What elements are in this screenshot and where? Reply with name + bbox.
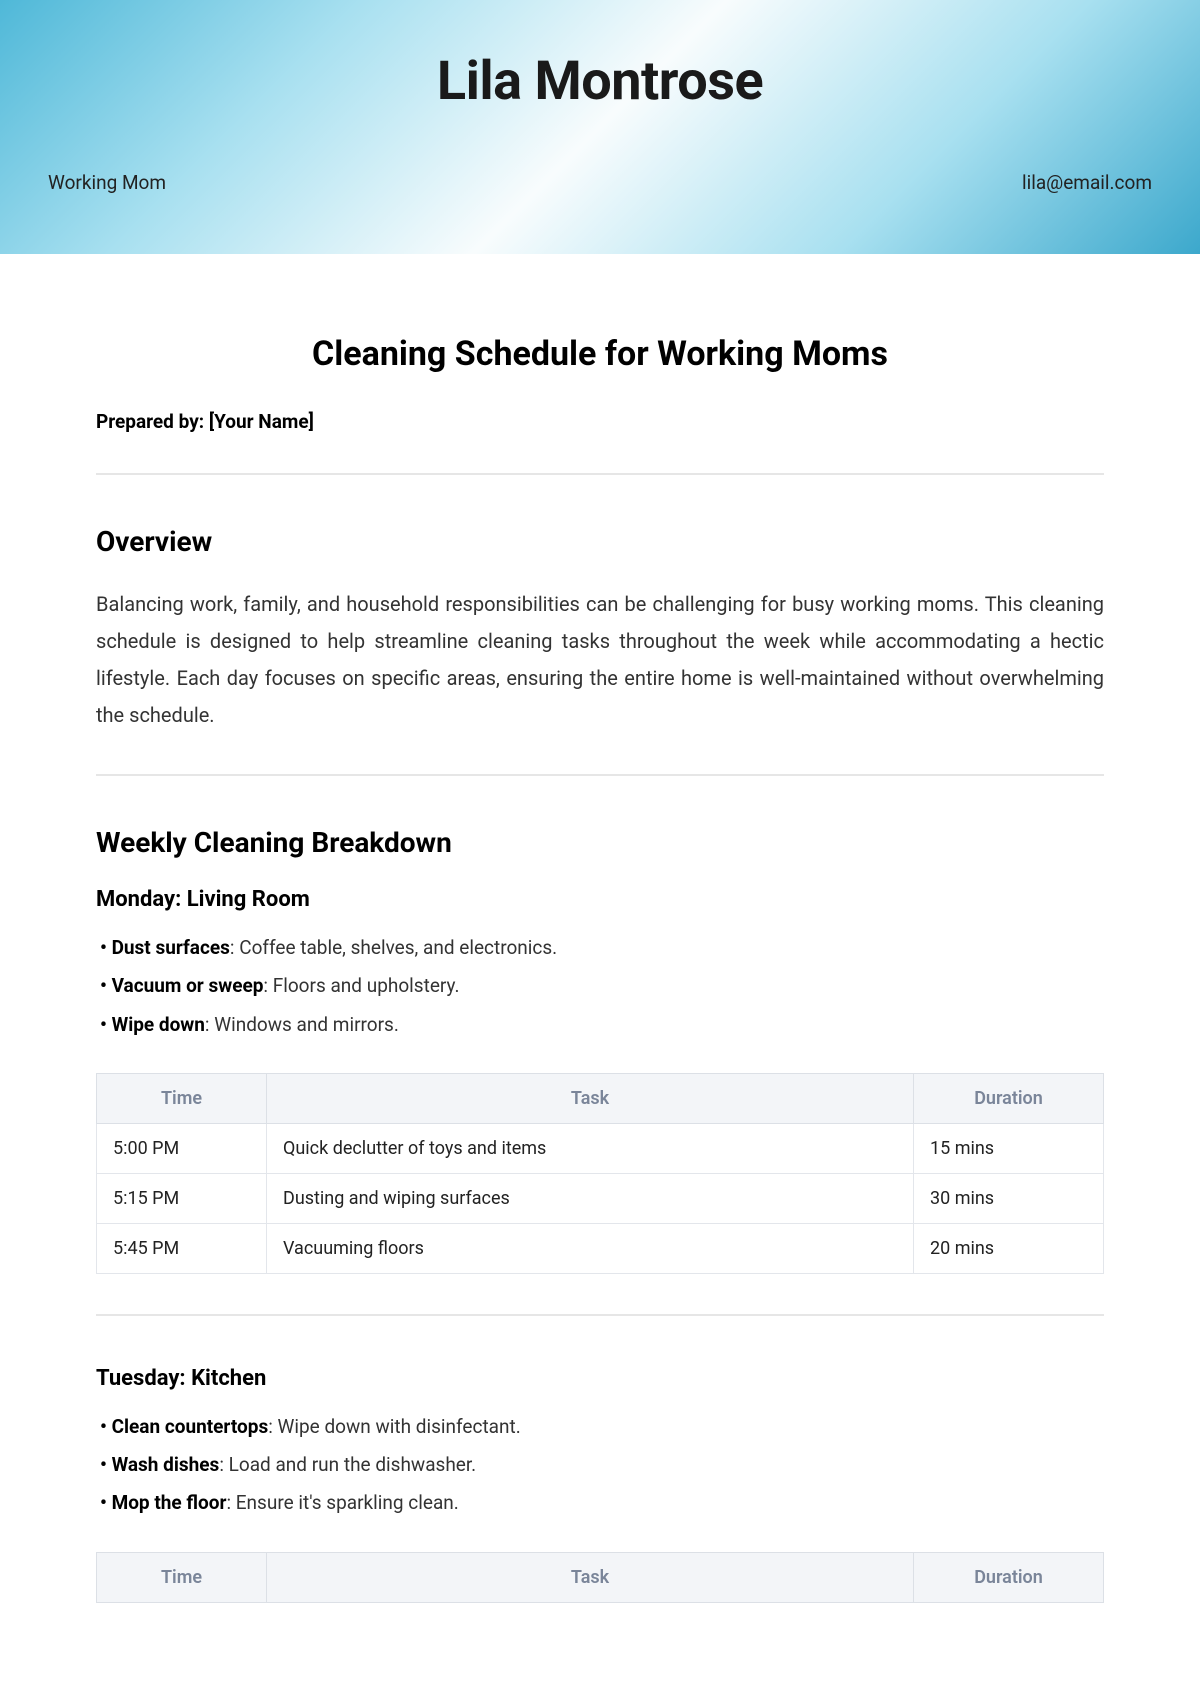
th-task: Task: [267, 1552, 914, 1602]
list-item: Wash dishes: Load and run the dishwasher…: [100, 1449, 1104, 1481]
task-label: Wipe down: [112, 1013, 205, 1036]
list-item: Dust surfaces: Coffee table, shelves, an…: [100, 932, 1104, 964]
task-desc: : Load and run the dishwasher.: [219, 1453, 476, 1476]
tuesday-task-list: Clean countertops: Wipe down with disinf…: [96, 1411, 1104, 1520]
task-desc: : Ensure it's sparkling clean.: [226, 1491, 458, 1514]
task-desc: : Windows and mirrors.: [205, 1013, 399, 1036]
tuesday-table: Time Task Duration: [96, 1552, 1104, 1603]
th-duration: Duration: [914, 1073, 1104, 1123]
monday-task-list: Dust surfaces: Coffee table, shelves, an…: [96, 932, 1104, 1041]
cell-task: Dusting and wiping surfaces: [267, 1173, 914, 1223]
task-label: Mop the floor: [112, 1491, 227, 1514]
task-label: Dust surfaces: [112, 936, 230, 959]
task-label: Wash dishes: [112, 1453, 220, 1476]
divider: [96, 1314, 1104, 1316]
header-name: Lila Montrose: [48, 50, 1152, 113]
task-label: Clean countertops: [112, 1415, 269, 1438]
list-item: Mop the floor: Ensure it's sparkling cle…: [100, 1487, 1104, 1519]
document-content: Cleaning Schedule for Working Moms Prepa…: [0, 254, 1200, 1643]
document-title: Cleaning Schedule for Working Moms: [96, 334, 1104, 374]
monday-heading: Monday: Living Room: [96, 887, 1104, 912]
tuesday-heading: Tuesday: Kitchen: [96, 1366, 1104, 1391]
divider: [96, 473, 1104, 475]
breakdown-heading: Weekly Cleaning Breakdown: [96, 826, 1104, 859]
cell-time: 5:00 PM: [97, 1123, 267, 1173]
overview-body: Balancing work, family, and household re…: [96, 586, 1104, 734]
table-row: 5:15 PMDusting and wiping surfaces30 min…: [97, 1173, 1104, 1223]
list-item: Clean countertops: Wipe down with disinf…: [100, 1411, 1104, 1443]
cell-time: 5:45 PM: [97, 1223, 267, 1273]
monday-table: Time Task Duration 5:00 PMQuick declutte…: [96, 1073, 1104, 1274]
cell-duration: 30 mins: [914, 1173, 1104, 1223]
list-item: Vacuum or sweep: Floors and upholstery.: [100, 970, 1104, 1002]
cell-duration: 20 mins: [914, 1223, 1104, 1273]
table-row: 5:00 PMQuick declutter of toys and items…: [97, 1123, 1104, 1173]
divider: [96, 774, 1104, 776]
cell-duration: 15 mins: [914, 1123, 1104, 1173]
prepared-by: Prepared by: [Your Name]: [96, 410, 1104, 433]
th-time: Time: [97, 1073, 267, 1123]
table-row: 5:45 PMVacuuming floors20 mins: [97, 1223, 1104, 1273]
overview-heading: Overview: [96, 525, 1104, 558]
cell-task: Quick declutter of toys and items: [267, 1123, 914, 1173]
list-item: Wipe down: Windows and mirrors.: [100, 1009, 1104, 1041]
cell-task: Vacuuming floors: [267, 1223, 914, 1273]
task-desc: : Floors and upholstery.: [263, 974, 459, 997]
task-desc: : Coffee table, shelves, and electronics…: [230, 936, 557, 959]
task-label: Vacuum or sweep: [112, 974, 264, 997]
header-role: Working Mom: [48, 171, 166, 194]
th-time: Time: [97, 1552, 267, 1602]
task-desc: : Wipe down with disinfectant.: [268, 1415, 521, 1438]
th-task: Task: [267, 1073, 914, 1123]
document-header: Lila Montrose Working Mom lila@email.com: [0, 0, 1200, 254]
header-email: lila@email.com: [1022, 171, 1152, 194]
th-duration: Duration: [914, 1552, 1104, 1602]
cell-time: 5:15 PM: [97, 1173, 267, 1223]
